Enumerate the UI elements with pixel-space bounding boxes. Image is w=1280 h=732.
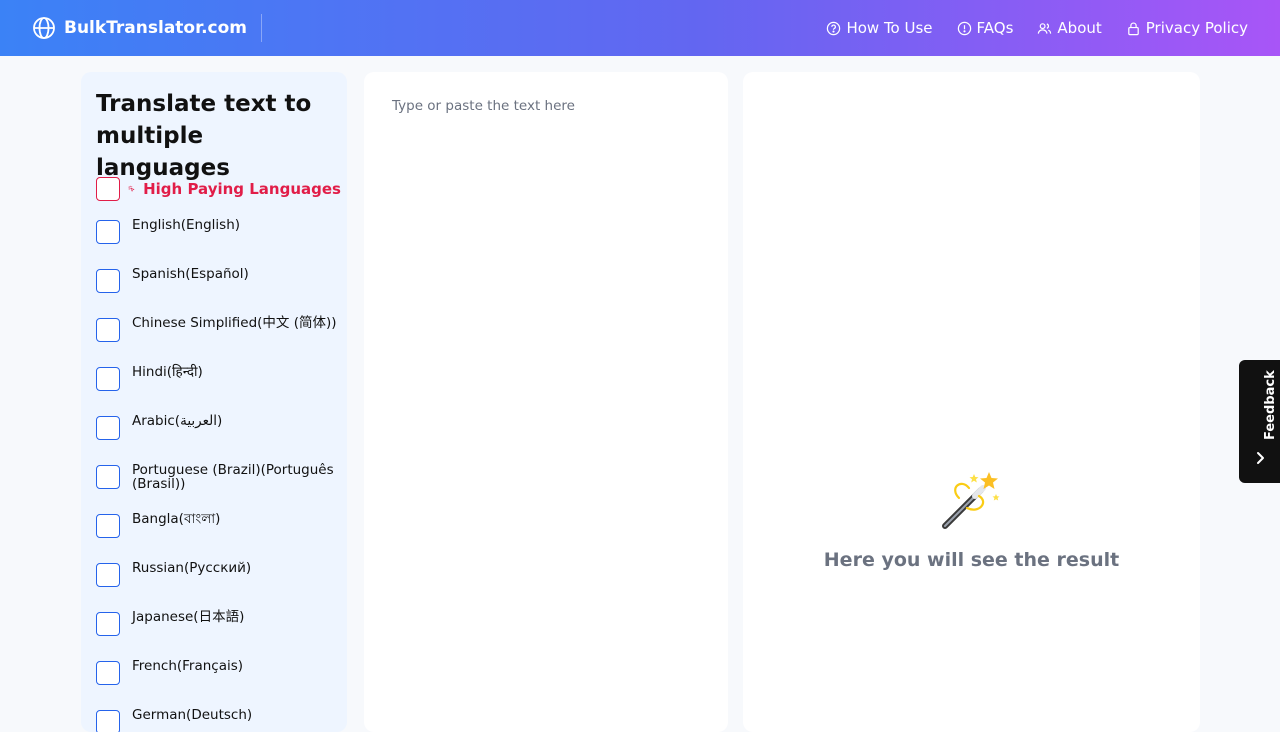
language-checkbox[interactable]	[96, 661, 120, 685]
nav-links: How To Use FAQs About Privacy Policy	[826, 0, 1248, 56]
users-icon	[1038, 22, 1052, 34]
language-option-arabic[interactable]: Arabic(العربية)	[96, 413, 341, 464]
language-option-german[interactable]: German(Deutsch)	[96, 708, 341, 732]
language-checkbox[interactable]	[96, 514, 120, 538]
nav-divider	[261, 14, 262, 42]
language-option-spanish[interactable]: Spanish(Español)	[96, 266, 341, 317]
source-text-panel	[364, 72, 728, 732]
high-paying-label: High Paying Languages	[143, 180, 341, 198]
nav-faqs-label: FAQs	[976, 19, 1014, 37]
language-label: Hindi(हिन्दी)	[132, 364, 203, 380]
language-checkbox[interactable]	[96, 710, 120, 732]
language-option-portuguese-brazil[interactable]: Portuguese (Brazil)(Português (Brasil))	[96, 462, 341, 513]
language-checkbox[interactable]	[96, 612, 120, 636]
language-label: Arabic(العربية)	[132, 413, 223, 429]
nav-privacy-policy-label: Privacy Policy	[1145, 19, 1248, 37]
top-navbar: BulkTranslator.com How To Use FAQs About…	[0, 0, 1280, 56]
result-placeholder-text: Here you will see the result	[823, 549, 1120, 571]
nav-how-to-use-label: How To Use	[846, 19, 933, 37]
nav-privacy-policy[interactable]: Privacy Policy	[1126, 19, 1248, 37]
language-option-japanese[interactable]: Japanese(日本語)	[96, 609, 341, 660]
globe-icon	[33, 17, 55, 39]
info-circle-icon	[957, 21, 971, 35]
magic-wand-icon	[942, 472, 1000, 529]
language-checkbox[interactable]	[96, 269, 120, 293]
language-checkbox[interactable]	[96, 220, 120, 244]
language-label: Chinese Simplified(中文 (简体))	[132, 315, 337, 331]
language-list: English(English) Spanish(Español) Chines…	[96, 217, 341, 732]
feedback-button[interactable]: Feedback	[1239, 360, 1280, 483]
language-checkbox[interactable]	[96, 563, 120, 587]
language-option-french[interactable]: French(Français)	[96, 658, 341, 709]
language-label: Japanese(日本語)	[132, 609, 245, 625]
brand-logo[interactable]: BulkTranslator.com	[32, 0, 247, 56]
nav-how-to-use[interactable]: How To Use	[826, 19, 933, 37]
language-option-english[interactable]: English(English)	[96, 217, 341, 268]
lock-icon	[1127, 22, 1139, 35]
result-panel: Here you will see the result	[743, 72, 1200, 732]
language-sidebar: Translate text to multiple languages Hig…	[81, 72, 347, 732]
source-text-input[interactable]	[364, 72, 728, 732]
sparkle-cursor-icon	[128, 185, 135, 192]
language-label: French(Français)	[132, 658, 244, 674]
nav-faqs[interactable]: FAQs	[957, 19, 1014, 37]
high-paying-checkbox[interactable]	[96, 177, 120, 201]
language-checkbox[interactable]	[96, 416, 120, 440]
question-circle-icon	[827, 21, 841, 35]
language-label: Bangla(বাংলা)	[132, 511, 221, 527]
language-label: English(English)	[132, 217, 241, 233]
language-option-bangla[interactable]: Bangla(বাংলা)	[96, 511, 341, 562]
language-option-hindi[interactable]: Hindi(हिन्दी)	[96, 364, 341, 415]
chevron-right-icon	[1257, 452, 1264, 464]
sidebar-title: Translate text to multiple languages	[96, 91, 312, 181]
language-option-chinese-simplified[interactable]: Chinese Simplified(中文 (简体))	[96, 315, 341, 366]
language-label: Spanish(Español)	[132, 266, 249, 282]
language-checkbox[interactable]	[96, 367, 120, 391]
feedback-label: Feedback	[1263, 370, 1278, 440]
language-label: Russian(Русский)	[132, 560, 252, 576]
nav-about-label: About	[1057, 19, 1102, 37]
language-checkbox[interactable]	[96, 465, 120, 489]
nav-about[interactable]: About	[1037, 19, 1102, 37]
language-option-russian[interactable]: Russian(Русский)	[96, 560, 341, 611]
language-checkbox[interactable]	[96, 318, 120, 342]
high-paying-languages-toggle[interactable]: High Paying Languages	[96, 176, 341, 202]
language-label: Portuguese (Brazil)(Português (Brasil))	[132, 462, 334, 492]
brand-name: BulkTranslator.com	[64, 18, 247, 38]
